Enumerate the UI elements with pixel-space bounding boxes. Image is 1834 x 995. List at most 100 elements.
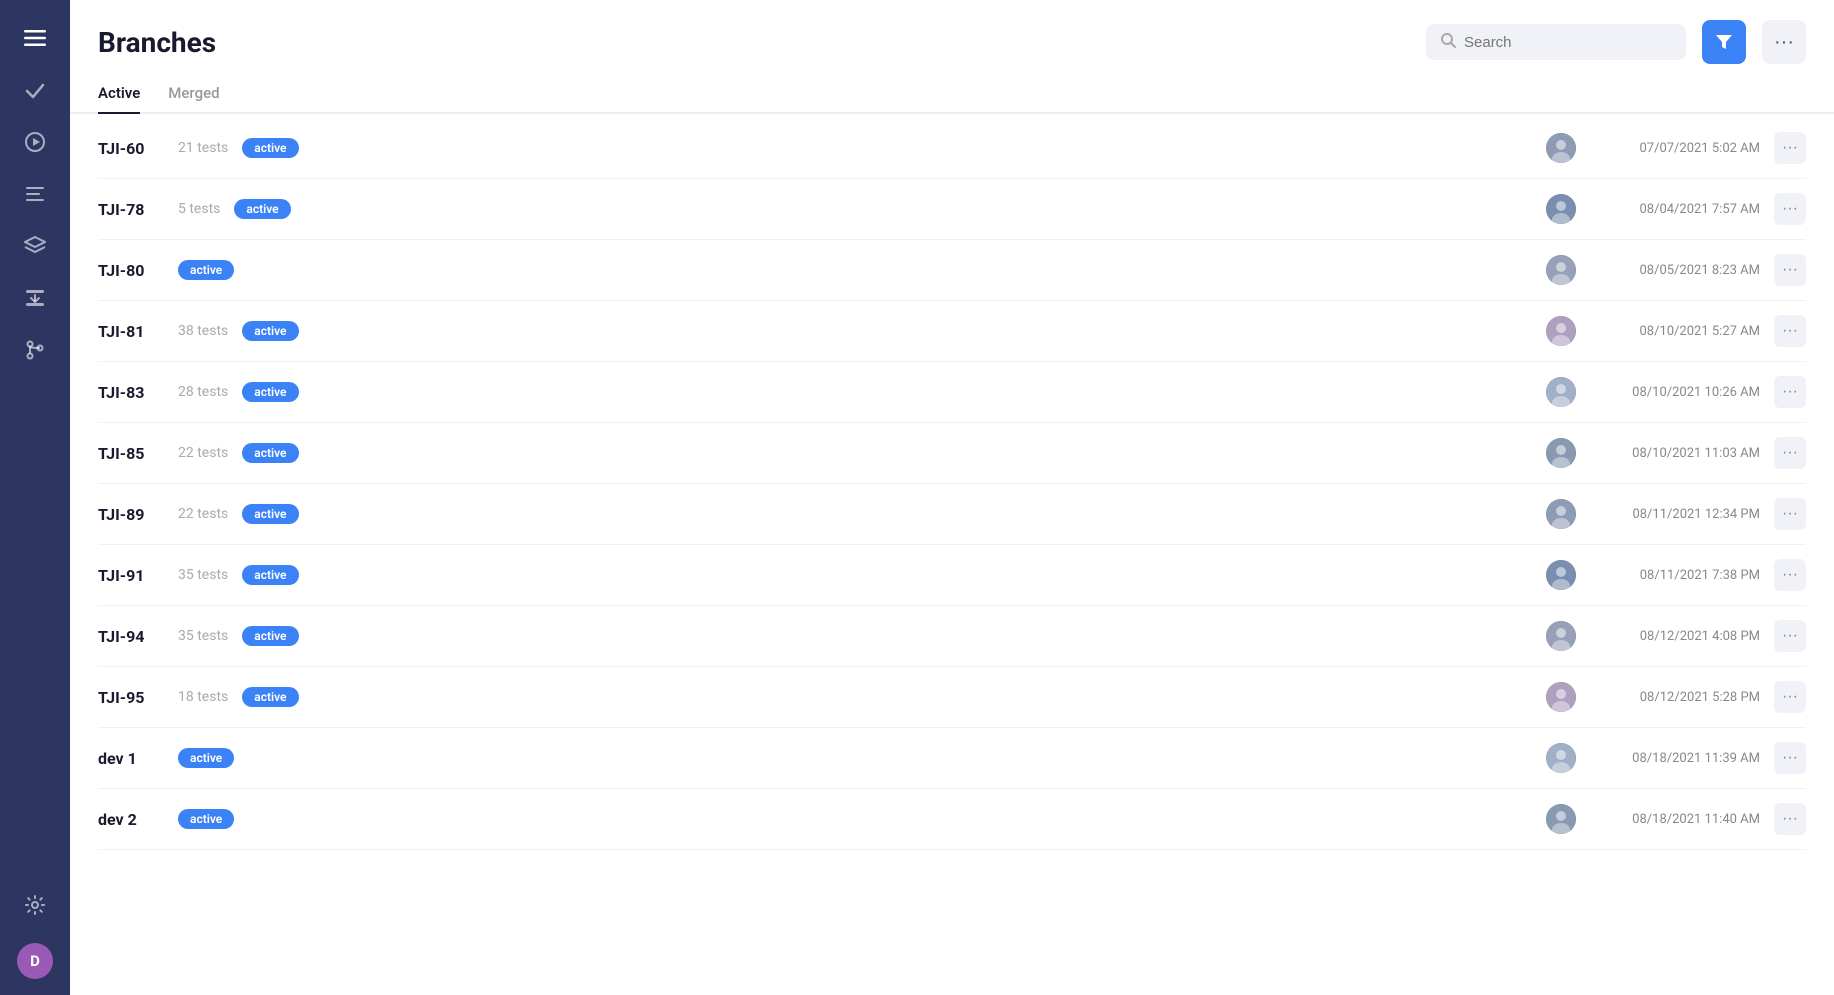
page-title: Branches [98,26,1410,59]
branch-tests: 38 tests [178,323,228,339]
table-row: dev 1 active 08/18/2021 11:39 AM ··· [98,728,1806,789]
branch-name: TJI-85 [98,444,168,463]
branch-name: TJI-60 [98,139,168,158]
branch-date: 08/04/2021 7:57 AM [1590,202,1760,217]
branch-row-right: 07/07/2021 5:02 AM ··· [1546,132,1806,164]
filter-button[interactable] [1702,20,1746,64]
header: Branches ··· [70,0,1834,76]
branch-name: TJI-91 [98,566,168,585]
branch-date: 08/12/2021 4:08 PM [1590,629,1760,644]
branch-tests: 22 tests [178,506,228,522]
table-row: TJI-94 35 tests active 08/12/2021 4:08 P… [98,606,1806,667]
branch-row-right: 08/11/2021 7:38 PM ··· [1546,559,1806,591]
branch-date: 08/12/2021 5:28 PM [1590,690,1760,705]
avatar [1546,682,1576,712]
check-icon[interactable] [13,68,57,112]
row-more-button[interactable]: ··· [1774,742,1806,774]
avatar [1546,560,1576,590]
status-badge: active [242,565,298,585]
branch-name: dev 2 [98,810,168,829]
search-icon [1440,32,1456,52]
table-row: TJI-78 5 tests active 08/04/2021 7:57 AM… [98,179,1806,240]
branch-list: TJI-60 21 tests active 07/07/2021 5:02 A… [70,118,1834,995]
play-icon[interactable] [13,120,57,164]
status-badge: active [178,748,234,768]
row-more-button[interactable]: ··· [1774,254,1806,286]
branch-row-right: 08/04/2021 7:57 AM ··· [1546,193,1806,225]
branch-name: TJI-78 [98,200,168,219]
branch-date: 08/18/2021 11:40 AM [1590,812,1760,827]
row-more-button[interactable]: ··· [1774,803,1806,835]
table-row: dev 2 active 08/18/2021 11:40 AM ··· [98,789,1806,850]
status-badge: active [242,382,298,402]
status-badge: active [242,321,298,341]
more-icon: ··· [1774,31,1794,54]
table-row: TJI-60 21 tests active 07/07/2021 5:02 A… [98,118,1806,179]
branch-date: 08/10/2021 5:27 AM [1590,324,1760,339]
branch-name: TJI-81 [98,322,168,341]
list-icon[interactable] [13,172,57,216]
branch-icon[interactable] [13,328,57,372]
settings-icon[interactable] [13,883,57,927]
branch-date: 08/10/2021 10:26 AM [1590,385,1760,400]
avatar [1546,255,1576,285]
status-badge: active [234,199,290,219]
row-more-button[interactable]: ··· [1774,620,1806,652]
tabs-bar: Active Merged [70,76,1834,114]
import-icon[interactable] [13,276,57,320]
branch-name: TJI-83 [98,383,168,402]
avatar[interactable]: D [17,943,53,979]
tab-active[interactable]: Active [98,76,140,114]
search-bar [1426,24,1686,60]
search-input[interactable] [1464,34,1672,51]
row-more-button[interactable]: ··· [1774,498,1806,530]
main-content: Branches ··· Active Merged TJI-60 21 tes… [70,0,1834,995]
branch-date: 08/18/2021 11:39 AM [1590,751,1760,766]
status-badge: active [242,138,298,158]
menu-icon[interactable] [13,16,57,60]
status-badge: active [242,504,298,524]
status-badge: active [242,687,298,707]
branch-row-right: 08/18/2021 11:40 AM ··· [1546,803,1806,835]
branch-row-right: 08/18/2021 11:39 AM ··· [1546,742,1806,774]
branch-date: 08/11/2021 7:38 PM [1590,568,1760,583]
branch-tests: 35 tests [178,567,228,583]
branch-tests: 35 tests [178,628,228,644]
row-more-button[interactable]: ··· [1774,315,1806,347]
status-badge: active [242,443,298,463]
status-badge: active [178,809,234,829]
branch-date: 08/11/2021 12:34 PM [1590,507,1760,522]
avatar [1546,438,1576,468]
row-more-button[interactable]: ··· [1774,681,1806,713]
branch-tests: 5 tests [178,201,220,217]
avatar [1546,133,1576,163]
branch-name: dev 1 [98,749,168,768]
branch-name: TJI-95 [98,688,168,707]
branch-row-right: 08/12/2021 4:08 PM ··· [1546,620,1806,652]
avatar [1546,377,1576,407]
row-more-button[interactable]: ··· [1774,132,1806,164]
table-row: TJI-89 22 tests active 08/11/2021 12:34 … [98,484,1806,545]
row-more-button[interactable]: ··· [1774,559,1806,591]
branch-date: 08/05/2021 8:23 AM [1590,263,1760,278]
table-row: TJI-81 38 tests active 08/10/2021 5:27 A… [98,301,1806,362]
table-row: TJI-83 28 tests active 08/10/2021 10:26 … [98,362,1806,423]
tab-merged[interactable]: Merged [168,76,219,114]
avatar [1546,499,1576,529]
status-badge: active [178,260,234,280]
row-more-button[interactable]: ··· [1774,437,1806,469]
table-row: TJI-95 18 tests active 08/12/2021 5:28 P… [98,667,1806,728]
branch-date: 07/07/2021 5:02 AM [1590,141,1760,156]
branch-row-right: 08/10/2021 11:03 AM ··· [1546,437,1806,469]
branch-name: TJI-80 [98,261,168,280]
table-row: TJI-85 22 tests active 08/10/2021 11:03 … [98,423,1806,484]
branch-row-right: 08/05/2021 8:23 AM ··· [1546,254,1806,286]
table-row: TJI-91 35 tests active 08/11/2021 7:38 P… [98,545,1806,606]
layers-icon[interactable] [13,224,57,268]
branch-name: TJI-89 [98,505,168,524]
row-more-button[interactable]: ··· [1774,193,1806,225]
branch-row-right: 08/10/2021 10:26 AM ··· [1546,376,1806,408]
avatar [1546,621,1576,651]
more-options-button[interactable]: ··· [1762,20,1806,64]
row-more-button[interactable]: ··· [1774,376,1806,408]
